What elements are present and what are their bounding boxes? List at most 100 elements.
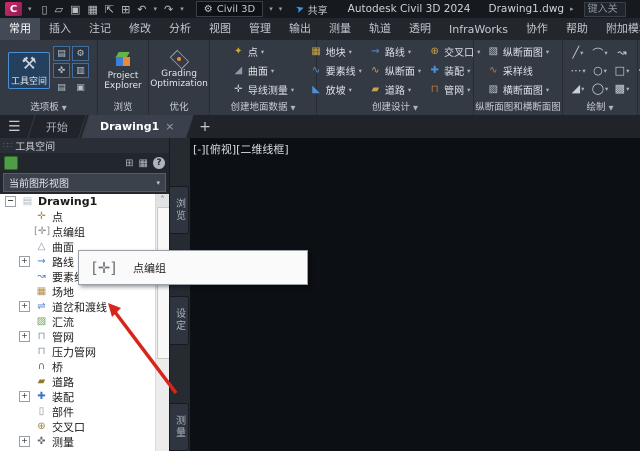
expand-icon[interactable]: + [19,331,30,342]
draw-line-button[interactable]: ╱ ▾ [567,44,589,62]
project-explorer-button[interactable]: Project Explorer [102,50,143,92]
survey-toolspace-icon[interactable]: ✜ [53,63,70,78]
tab-addins[interactable]: 附加模块 [597,18,640,40]
active-drawing-view-icon[interactable] [4,156,18,170]
tree-item-catchments[interactable]: ▧ 汇流 [0,314,169,329]
tab-view[interactable]: 视图 [200,18,240,40]
share-button[interactable]: ➤ 共享 [295,2,328,16]
workspace-dropdown-icon[interactable]: ▾ [269,5,273,13]
view-selector-dropdown[interactable]: 当前图形视图 ▾ [3,173,166,192]
open-file-icon[interactable]: ▱ [55,3,63,16]
tree-scrollbar[interactable]: ˄ [155,194,169,451]
event-viewer-icon[interactable]: ▤ [53,80,70,95]
draw-polyline-button[interactable]: ↝ [611,44,633,62]
panel-label-ground[interactable]: 创建地面数据 ▼ [210,101,316,115]
side-tab-survey[interactable]: 测量 [170,402,189,451]
save-icon[interactable]: ▣ [70,3,80,16]
points-button[interactable]: ✦ 点 ▾ [230,43,296,61]
tree-item-turnouts-crossovers[interactable]: + ⇌ 道岔和渡线 [0,299,169,314]
profile-view-button[interactable]: ▧ 纵断面图 ▾ [485,43,551,61]
draw-arc-button[interactable]: ⌒ ▾ [589,44,611,62]
tree-item-pressure-networks[interactable]: ⊓ 压力管网 [0,344,169,359]
tree-item-intersections[interactable]: ⊕ 交叉口 [0,419,169,434]
panorama-icon[interactable]: ▦ [139,158,148,169]
tree-item-assemblies[interactable]: + ✚ 装配 [0,389,169,404]
tab-modify[interactable]: 修改 [120,18,160,40]
collapse-icon[interactable]: − [5,196,16,207]
redo-dropdown-icon[interactable]: ▾ [180,5,184,13]
expand-icon[interactable]: + [19,256,30,267]
panel-label-draw[interactable]: 绘制 ▼ [563,101,637,115]
draw-hatch-button[interactable]: ▩ ▾ [611,80,633,98]
new-file-icon[interactable]: ▯ [42,3,48,16]
side-tab-settings[interactable]: 设定 [170,296,189,345]
tree-item-survey[interactable]: + ✜ 测量 [0,434,169,449]
scroll-up-icon[interactable]: ˄ [156,194,169,207]
parcel-button[interactable]: ▦ 地块 ▾ [308,43,364,61]
tab-insert[interactable]: 插入 [40,18,80,40]
drawing1-tab[interactable]: Drawing1 × [80,115,193,138]
tree-item-corridors[interactable]: ▰ 道路 [0,374,169,389]
tree-item-pipe-networks[interactable]: + ⊓ 管网 [0,329,169,344]
drawing-canvas[interactable]: [-][俯视][二维线框] [190,138,640,451]
tab-survey[interactable]: 测量 [320,18,360,40]
redo-icon[interactable]: ↷ [164,3,173,16]
surfaces-button[interactable]: ◢ 曲面 ▾ [230,62,296,80]
calculator-icon[interactable]: ▣ [72,80,89,95]
logo-dropdown-icon[interactable]: ▾ [28,5,32,13]
plot-icon[interactable]: ⊞ [121,3,130,16]
tab-manage[interactable]: 管理 [240,18,280,40]
tree-item-bridges[interactable]: ∩ 桥 [0,359,169,374]
toolspace-title-bar[interactable]: ∷∷ 工具空间 [0,138,169,153]
panel-label-design[interactable]: 创建设计 ▼ [317,101,473,115]
alignment-button[interactable]: ⇝ 路线 ▾ [367,43,423,61]
feature-line-button[interactable]: ∿ 要素线 ▾ [308,62,364,80]
profile-button[interactable]: ∿ 纵断面 ▾ [367,62,423,80]
tree-item-subassemblies[interactable]: ▯ 部件 [0,404,169,419]
palette-grip[interactable]: ∷∷ [3,141,12,150]
traverse-button[interactable]: ✛ 导线测量 ▾ [230,81,296,99]
help-search-input[interactable]: 键入关 [583,1,626,17]
civil3d-logo-icon[interactable]: C [5,2,22,16]
tab-rail[interactable]: 轨道 [360,18,400,40]
tab-home[interactable]: 常用 [0,18,40,40]
expand-icon[interactable]: + [19,301,30,312]
tab-transparent[interactable]: 透明 [400,18,440,40]
viewport-controls-label[interactable]: [-][俯视][二维线框] [193,141,289,157]
menu-icon[interactable]: ☰ [8,119,21,135]
tree-item-sites[interactable]: ▦ 场地 [0,284,169,299]
help-icon[interactable]: ? [153,157,165,169]
tab-help[interactable]: 帮助 [557,18,597,40]
properties-icon[interactable]: ⚙ [72,46,89,61]
draw-fillet-button[interactable]: ◢ ▾ [567,80,589,98]
new-drawing-icon[interactable]: + [199,119,211,135]
undo-icon[interactable]: ↶ [137,3,146,16]
title-expand-icon[interactable]: ▸ [570,5,574,13]
export-icon[interactable]: ⇱ [105,3,114,16]
tree-item-drawing1[interactable]: − ▤ Drawing1 [0,194,169,209]
expand-icon[interactable]: + [19,391,30,402]
task-pane-icon[interactable]: ▤ [53,46,70,61]
close-tab-icon[interactable]: × [165,120,174,133]
sample-lines-button[interactable]: ∿ 采样线 [485,62,551,80]
start-tab[interactable]: 开始 [26,115,87,138]
tab-annotate[interactable]: 注记 [80,18,120,40]
panel-label-palettes[interactable]: 选项板 ▼ [0,101,97,115]
grading-button[interactable]: ◣ 放坡 ▾ [308,81,364,99]
draw-xline-button[interactable]: ⋯ ▾ [567,62,589,80]
undo-dropdown-icon[interactable]: ▾ [154,5,158,13]
tool-palettes-icon[interactable]: ▥ [72,63,89,78]
draw-ellipse-button[interactable]: ◯ ▾ [589,80,611,98]
save-as-icon[interactable]: ▦ [87,3,97,16]
side-tab-prospector[interactable]: 浏览 [170,186,189,235]
expand-icon[interactable]: + [19,436,30,447]
draw-rectangle-button[interactable]: □ ▾ [611,62,633,80]
item-view-icon[interactable]: ⊞ [125,158,133,169]
section-views-button[interactable]: ▨ 横断面图 ▾ [485,81,551,99]
workspace-switcher[interactable]: ⚙ Civil 3D [195,1,264,17]
tab-analyze[interactable]: 分析 [160,18,200,40]
tree-item-points[interactable]: ✛ 点 [0,209,169,224]
grading-optimization-button[interactable]: Grading Optimization [148,49,210,90]
toolspace-toggle-button[interactable]: ⚒ 工具空间 [7,52,50,89]
tab-infraworks[interactable]: InfraWorks [440,20,517,40]
